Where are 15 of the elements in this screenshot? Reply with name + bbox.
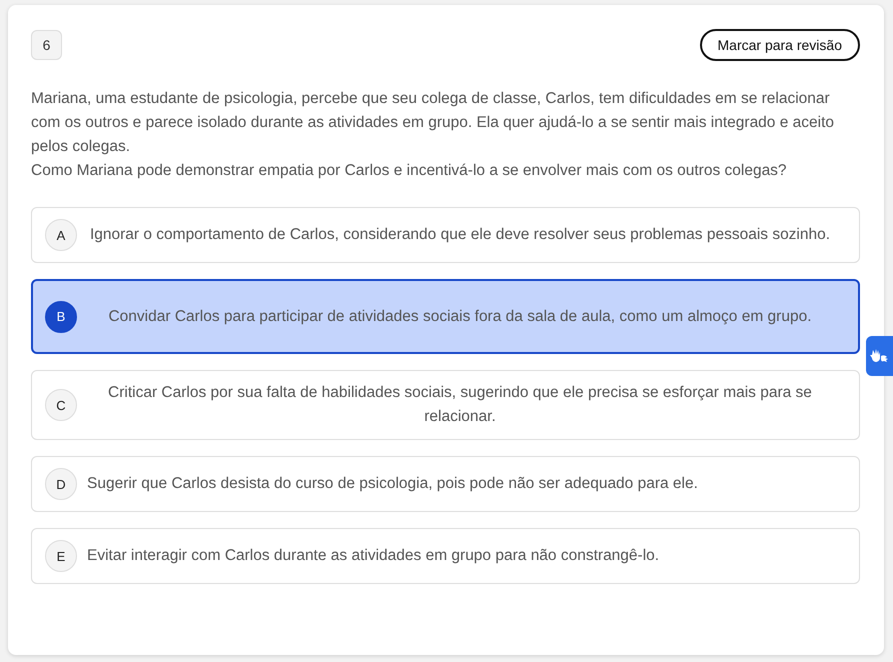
option-letter: B xyxy=(45,300,77,332)
accessibility-button[interactable] xyxy=(866,336,893,376)
option-letter: D xyxy=(45,468,77,500)
option-letter: E xyxy=(45,540,77,572)
answer-option[interactable]: C Criticar Carlos por sua falta de habilidades sociais, sugerindo que ele precisa se esforçar mais para se relacionar. xyxy=(31,370,860,440)
option-letter: C xyxy=(45,389,77,421)
question-number: 6 xyxy=(31,30,62,60)
review-button[interactable]: Marcar para revisão xyxy=(700,29,860,61)
answer-option[interactable]: B Convidar Carlos para participar de atividades sociais fora da sala de aula, como um almoço em grupo. xyxy=(31,279,860,354)
answer-option[interactable]: A Ignorar o comportamento de Carlos, considerando que ele deve resolver seus problemas pessoais sozinho. xyxy=(31,207,860,263)
answer-option[interactable]: D Sugerir que Carlos desista do curso de psicologia, pois pode não ser adequado para ele. xyxy=(31,456,860,512)
option-letter: A xyxy=(45,219,77,251)
answer-option[interactable]: E Evitar interagir com Carlos durante as atividades em grupo para não constrangê-lo. xyxy=(31,528,860,584)
question-text: Mariana, uma estudante de psicologia, percebe que seu colega de classe, Carlos, tem dificuldades em se relacionar com os outros e parece isolado durante as atividades em grupo. Ela quer ajudá-lo a se sentir mais integrado e aceito pelos colegas. xyxy=(31,89,836,157)
question-text: Como Mariana pode demonstrar empatia por Carlos e incentivá-lo a se envolver mais com os outros colegas? xyxy=(31,161,788,181)
